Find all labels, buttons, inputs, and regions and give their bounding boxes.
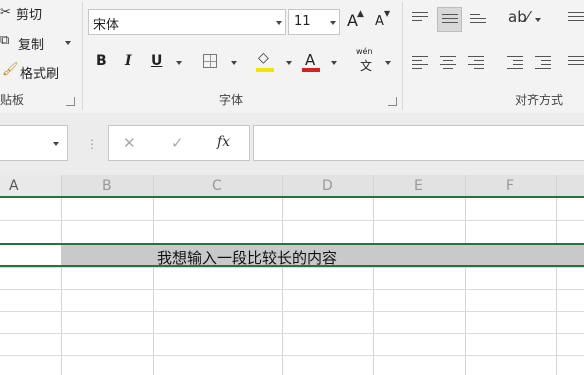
border-dropdown-icon[interactable] <box>231 61 237 65</box>
selection-border-top <box>0 196 584 198</box>
arrow-down-icon: ▼ <box>384 9 391 18</box>
formula-buttons: ✕ ✓ fx <box>108 125 250 161</box>
clipboard-launcher-icon[interactable] <box>66 97 75 106</box>
underline-dropdown-icon[interactable] <box>176 61 182 65</box>
alignment-group-label: 对齐方式 <box>515 93 564 107</box>
grid-line <box>153 175 154 375</box>
font-name-value: 宋体 <box>93 18 120 33</box>
font-color-dropdown-icon[interactable] <box>331 61 337 65</box>
border-icon[interactable] <box>203 54 217 68</box>
phonetic-button[interactable]: 文 <box>360 57 372 74</box>
drag-handle-icon[interactable]: ⋮ <box>86 137 98 151</box>
cancel-button[interactable]: ✕ <box>123 134 136 152</box>
scissors-icon: ✂ <box>0 5 11 20</box>
copy-button[interactable]: 复制 <box>18 34 44 53</box>
font-group-label: 字体 <box>219 93 244 107</box>
merged-cell-range[interactable]: 我想输入一段比较长的内容 <box>61 243 584 267</box>
active-cell[interactable] <box>0 243 61 267</box>
grid-line <box>373 175 374 375</box>
wrap-text-icon[interactable] <box>568 12 584 24</box>
grid-line <box>465 175 466 375</box>
cut-button[interactable]: 剪切 <box>16 4 42 23</box>
italic-button[interactable]: I <box>125 53 132 69</box>
column-header-a[interactable]: A <box>9 178 19 194</box>
grid-line <box>0 333 584 334</box>
orientation-icon[interactable]: ab⁄ <box>508 10 529 25</box>
merge-center-icon[interactable] <box>568 56 584 68</box>
font-color-bar <box>302 68 320 72</box>
align-middle-button[interactable] <box>437 7 462 32</box>
font-size-select[interactable]: 11 <box>288 9 340 35</box>
chevron-down-icon[interactable] <box>53 142 59 146</box>
font-launcher-icon[interactable] <box>388 97 397 106</box>
grid-line <box>61 175 62 375</box>
chevron-down-icon[interactable] <box>276 21 282 25</box>
increase-indent-icon[interactable] <box>535 56 551 69</box>
grid-line <box>0 220 584 221</box>
copy-dropdown-icon[interactable] <box>65 41 71 45</box>
group-divider <box>402 2 403 110</box>
chevron-down-icon[interactable] <box>330 21 336 25</box>
align-bottom-icon[interactable] <box>470 14 486 26</box>
grid-line <box>0 289 584 290</box>
fill-color-icon[interactable]: ◇ <box>258 51 269 65</box>
phonetic-dropdown-icon[interactable] <box>385 61 391 65</box>
orientation-dropdown-icon[interactable] <box>535 18 541 22</box>
font-color-button[interactable]: A <box>305 51 315 69</box>
formula-input[interactable] <box>253 125 584 161</box>
merged-cell-text: 我想输入一段比较长的内容 <box>157 249 338 267</box>
grid-line <box>556 175 557 375</box>
align-left-icon[interactable] <box>412 56 428 69</box>
grid-line <box>282 175 283 375</box>
formula-bar-area: ⋮ ✕ ✓ fx <box>0 113 584 175</box>
format-painter-icon: 🖌 <box>2 62 19 77</box>
group-divider <box>82 2 83 110</box>
selected-columns-header <box>61 175 584 197</box>
arrow-up-icon: ▲ <box>357 9 364 19</box>
fill-color-bar <box>256 68 274 72</box>
copy-icon: ⧉ <box>0 33 10 48</box>
format-painter-button[interactable]: 格式刷 <box>20 63 59 82</box>
phonetic-pinyin: wén <box>356 47 373 56</box>
grid-line <box>0 355 584 356</box>
ribbon: ✂ 剪切 ⧉ 复制 🖌 格式刷 贴板 宋体 11 A ▲ A ▼ B I U ◇… <box>0 0 584 114</box>
grid-line <box>0 311 584 312</box>
align-right-icon[interactable] <box>468 56 484 69</box>
align-top-icon[interactable] <box>412 12 428 24</box>
clipboard-group-label: 贴板 <box>0 93 25 107</box>
fill-color-dropdown-icon[interactable] <box>286 61 292 65</box>
name-box[interactable] <box>0 125 68 161</box>
shrink-font-button[interactable]: A <box>375 14 384 29</box>
align-middle-icon <box>442 14 458 26</box>
font-size-value: 11 <box>294 14 311 29</box>
font-name-select[interactable]: 宋体 <box>88 9 286 35</box>
enter-button[interactable]: ✓ <box>171 134 184 152</box>
bold-button[interactable]: B <box>96 53 107 69</box>
decrease-indent-icon[interactable] <box>507 56 523 69</box>
align-center-icon[interactable] <box>440 56 456 69</box>
underline-button[interactable]: U <box>151 53 162 69</box>
insert-function-button[interactable]: fx <box>217 134 230 150</box>
